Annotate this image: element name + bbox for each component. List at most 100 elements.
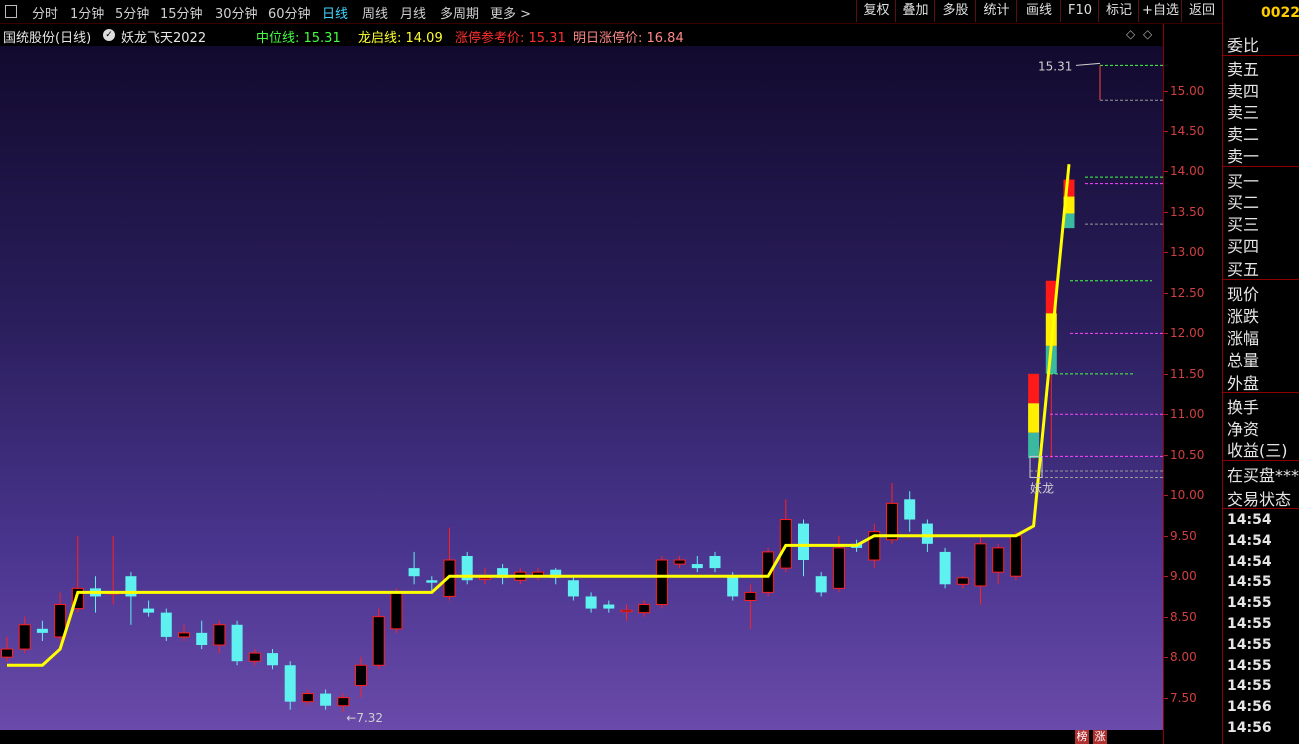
period-tab-6[interactable]: 日线 — [322, 3, 348, 22]
period-tab-1[interactable]: 1分钟 — [70, 3, 104, 22]
ytick-mark — [1164, 171, 1168, 173]
ytick-mark — [1164, 657, 1168, 659]
ytick-label: 13.00 — [1170, 245, 1205, 260]
candle-body — [426, 580, 438, 583]
candle-body — [620, 609, 633, 613]
toolbar-button-2[interactable]: 多股 — [934, 0, 976, 22]
ytick-mark — [1164, 454, 1168, 456]
quote-label-0: 委比 — [1227, 36, 1260, 55]
signal-annotation: 妖龙 — [1030, 481, 1054, 495]
ytick-label: 10.50 — [1170, 447, 1205, 462]
candle-body — [1009, 535, 1022, 577]
ytick-mark — [1164, 535, 1168, 537]
limit-ref-value: 涨停参考价: 15.31 — [455, 31, 566, 46]
period-tab-9[interactable]: 多周期 — [440, 3, 479, 22]
candle-body — [231, 624, 243, 662]
ytick-mark — [1164, 333, 1168, 335]
high-annotation: 15.31 — [1038, 59, 1072, 73]
toolbar-button-0[interactable]: 复权 — [856, 0, 896, 22]
candle-body — [284, 665, 296, 702]
period-tab-7[interactable]: 周线 — [362, 3, 388, 22]
quote-label-3: 卖三 — [1227, 103, 1260, 122]
period-tab-5[interactable]: 60分钟 — [268, 3, 311, 22]
candle-body — [992, 547, 1005, 573]
candle-body — [160, 612, 172, 637]
candle-body — [904, 499, 916, 520]
ytick-label: 12.50 — [1170, 285, 1205, 300]
tick-time-1: 14:54 — [1227, 532, 1272, 549]
rank-tag[interactable]: 榜 — [1075, 730, 1089, 744]
period-tab-4[interactable]: 30分钟 — [215, 3, 258, 22]
toolbar-button-5[interactable]: F10 — [1060, 0, 1099, 22]
period-tab-2[interactable]: 5分钟 — [115, 3, 149, 22]
quote-label-5: 卖一 — [1227, 147, 1260, 166]
candle-body — [603, 604, 615, 609]
candle-body — [408, 568, 420, 577]
tick-time-0: 14:54 — [1227, 512, 1272, 528]
ytick-label: 7.50 — [1170, 690, 1197, 705]
quote-label-12: 涨跌 — [1227, 307, 1260, 326]
ytick-mark — [1164, 292, 1168, 294]
ytick-mark — [1164, 414, 1168, 416]
ytick-mark — [1164, 495, 1168, 497]
diamond-icon[interactable]: ◇ — [1126, 27, 1135, 41]
quote-label-19: 在买盘*** — [1227, 466, 1299, 485]
tick-time-6: 14:55 — [1227, 636, 1272, 653]
period-tab-3[interactable]: 15分钟 — [160, 3, 203, 22]
candle-body — [390, 591, 403, 630]
candle-body — [301, 693, 314, 703]
ytick-label: 15.00 — [1170, 83, 1205, 98]
period-tab-10[interactable]: 更多 > — [490, 3, 531, 22]
price-axis: 7.50 8.00 8.50 9.00 9.50 10.00 10.50 11.00 11.50… — [1163, 24, 1223, 744]
candle-body — [956, 577, 969, 585]
next-limit-value: 明日涨停价: 16.84 — [573, 31, 684, 46]
quote-label-8: 买三 — [1227, 215, 1260, 234]
period-tab-8[interactable]: 月线 — [400, 3, 426, 22]
quote-label-4: 卖二 — [1227, 125, 1260, 144]
period-tab-0[interactable]: 分时 — [32, 3, 58, 22]
toolbar-button-3[interactable]: 统计 — [975, 0, 1017, 22]
quote-label-10: 买五 — [1227, 260, 1260, 279]
toolbar-button-4[interactable]: 画线 — [1016, 0, 1061, 22]
quote-label-11: 现价 — [1227, 285, 1260, 304]
candle-body — [673, 559, 686, 565]
candle-body — [1028, 373, 1040, 404]
ytick-mark — [1164, 211, 1168, 213]
rise-tag[interactable]: 涨 — [1093, 730, 1107, 744]
candle-body — [478, 577, 491, 580]
quote-label-14: 总量 — [1227, 351, 1260, 370]
ytick-label: 9.00 — [1170, 569, 1197, 584]
candle-body — [267, 653, 278, 666]
ytick-label: 9.50 — [1170, 528, 1197, 543]
kline-chart[interactable]: 15.31 ←7.32 妖龙 — [0, 46, 1163, 730]
dragon-line — [7, 164, 1071, 667]
tick-time-9: 14:56 — [1227, 699, 1272, 716]
candle-body — [1028, 432, 1040, 459]
candle-body — [655, 559, 668, 606]
ytick-label: 11.00 — [1170, 407, 1205, 422]
ytick-label: 8.50 — [1170, 609, 1197, 624]
quote-label-16: 换手 — [1227, 398, 1260, 417]
indicator-toggle-icon[interactable]: ✓ — [103, 29, 115, 41]
window-menu-icon[interactable] — [5, 5, 17, 18]
candle-body — [248, 652, 261, 662]
high-arrow — [1075, 62, 1101, 66]
candle-body — [798, 523, 809, 561]
ytick-label: 13.50 — [1170, 204, 1205, 219]
candle-body — [1028, 403, 1040, 433]
toolbar-button-8[interactable]: 返回 — [1181, 0, 1222, 22]
minimize-icon[interactable]: ◇ — [1143, 27, 1152, 41]
candle-body — [585, 596, 597, 609]
candle-body — [372, 616, 385, 666]
quote-label-13: 涨幅 — [1227, 329, 1260, 348]
tick-time-10: 14:56 — [1227, 720, 1272, 736]
quote-label-9: 买四 — [1227, 237, 1260, 256]
ytick-label: 8.00 — [1170, 650, 1197, 665]
toolbar-button-6[interactable]: 标记 — [1098, 0, 1139, 22]
indicator-name[interactable]: 妖龙飞天2022 — [121, 27, 206, 46]
ytick-label: 11.50 — [1170, 366, 1205, 381]
toolbar-button-7[interactable]: +自选 — [1138, 0, 1182, 22]
tick-time-5: 14:55 — [1227, 616, 1272, 632]
toolbar-button-1[interactable]: 叠加 — [895, 0, 935, 22]
quote-label-15: 外盘 — [1227, 374, 1260, 393]
